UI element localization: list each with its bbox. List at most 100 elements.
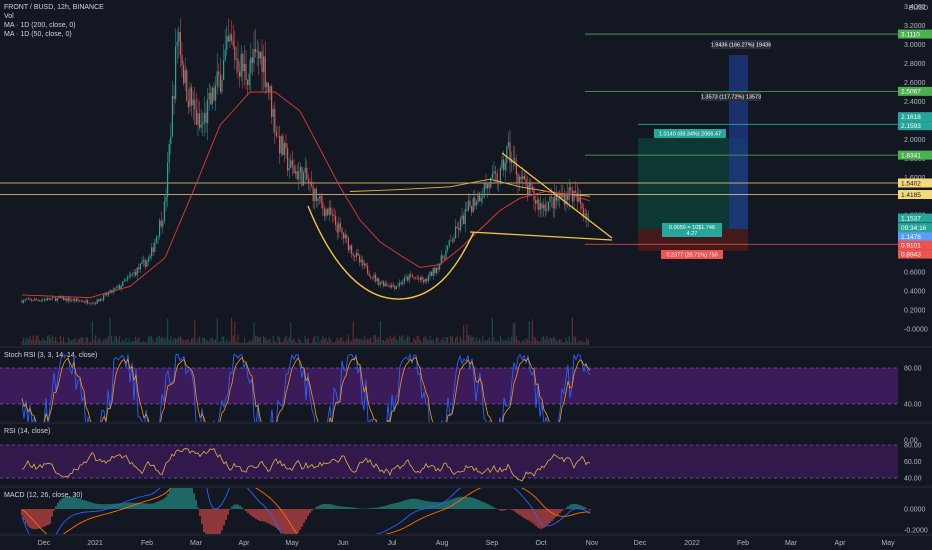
position-mid-label[interactable]: 0.0059 = 10$1.746 4.27 [662, 223, 722, 237]
candle-body [546, 209, 548, 211]
symbol-title[interactable]: FRONT / BUSD, 12h, BINANCE [4, 3, 104, 12]
candle-body [528, 183, 530, 195]
level-lines[interactable] [0, 33, 898, 245]
volume-bar [443, 340, 445, 345]
candle-body [357, 252, 359, 256]
candle-body [474, 198, 476, 206]
volume-bar [357, 338, 359, 345]
macd-hist-bar [521, 509, 523, 517]
candle-body [43, 299, 45, 301]
macd-hist-bar [413, 498, 415, 509]
price-candles[interactable] [21, 18, 589, 306]
macd-hist-bar [221, 509, 223, 531]
price-tag: 1.4185 [898, 190, 932, 200]
candle-body [475, 202, 477, 206]
target3-label[interactable]: 1.9436 (166.27%) 19436 [711, 40, 772, 49]
price-tick-label: 2.0000 [904, 137, 926, 144]
wedge-lower-line[interactable] [469, 231, 613, 241]
candle-body [335, 216, 337, 225]
macd-hist-bar [189, 488, 191, 509]
volume-bar [232, 335, 234, 345]
target-column[interactable] [729, 55, 748, 229]
candle-body [227, 36, 229, 42]
macd-hist-bar [291, 509, 293, 534]
candle-body [207, 99, 209, 124]
volume-bar [384, 341, 386, 345]
volume-bar [511, 336, 513, 345]
candle-body [379, 283, 381, 285]
macd-hist-bar [463, 496, 465, 509]
macd-hist-bar [167, 493, 169, 509]
volume-bar [237, 335, 239, 345]
volume-bar [432, 339, 434, 345]
rsi-legend[interactable]: RSI (14, close) [4, 427, 50, 436]
macd-hist-bar [29, 509, 31, 528]
volume-bar [42, 337, 44, 345]
macd-hist-bar [187, 488, 189, 509]
volume-bar [26, 337, 28, 345]
candle-body [503, 159, 505, 171]
macd-hist-bar [157, 501, 159, 509]
candle-body [453, 238, 455, 242]
macd-hist-bar [207, 509, 209, 534]
candle-body [51, 297, 53, 299]
volume-bar [168, 340, 170, 345]
position-loss-label[interactable]: 0.2377 (20.71%) 750 [661, 250, 723, 259]
volume-bar [379, 321, 381, 345]
candle-body [215, 85, 217, 101]
candle-body [472, 198, 474, 213]
candle-body [301, 167, 303, 186]
macd-hist-bar [527, 509, 529, 521]
time-tick-label: Sep [486, 540, 499, 547]
candle-body [535, 200, 537, 204]
position-profit-label[interactable]: 1.0140 (88.34%) 2066.47 [654, 129, 726, 138]
wedge-upper-line[interactable] [501, 152, 613, 239]
time-tick-label: Mar [190, 540, 203, 547]
candle-body [282, 135, 284, 156]
volume-bar [176, 338, 178, 345]
stoch-tick-label: 40.00 [904, 402, 922, 409]
oscillator-axis: 80.0040.000.0080.0060.0040.000.0000-0.20… [904, 366, 928, 535]
volume-bar [32, 335, 34, 345]
target2-label[interactable]: 1.3573 (117.72%) 13573 [701, 92, 761, 101]
candle-body [235, 58, 237, 60]
candle-body [144, 259, 146, 267]
candle-body [96, 299, 98, 304]
macd-hist-bar [299, 509, 301, 531]
legend-ma200[interactable]: MA · 1D (200, close, 0) [4, 21, 104, 30]
macd-legend[interactable]: MACD (12, 26, close, 30) [4, 491, 83, 500]
volume-bar [27, 338, 29, 345]
legend-ma50[interactable]: MA · 1D (50, close, 0) [4, 30, 104, 39]
legend-volume[interactable]: Vol [4, 12, 104, 21]
time-axis[interactable]: Dec 2021 Feb Mar Apr May Jun Jul Aug Sep Oct Nov Dec… [38, 540, 895, 547]
candle-body [581, 203, 583, 209]
macd-hist-bar [33, 509, 35, 530]
volume-bar [554, 336, 556, 345]
macd-hist-bar [85, 500, 87, 509]
volume-bar [298, 337, 300, 345]
volume-bar [50, 338, 52, 345]
candle-body [58, 297, 60, 299]
candle-body [343, 233, 345, 239]
volume-bar [88, 342, 90, 345]
volume-bar [347, 335, 349, 345]
volume-bar [386, 337, 388, 345]
volume-bar [453, 341, 455, 345]
candle-body [178, 32, 180, 42]
macd-hist-bar [215, 509, 217, 534]
volume-bar [120, 342, 122, 345]
volume-bar [301, 342, 303, 345]
macd-hist-bar [195, 499, 197, 509]
volume-bar [240, 342, 242, 345]
macd-line[interactable] [21, 418, 591, 550]
candle-body [375, 274, 377, 282]
stoch-rsi-legend[interactable]: Stoch RSI (3, 3, 14, 14, close) [4, 351, 97, 360]
trading-chart[interactable]: 1.9436 (166.27%) 19436 1.3573 (117.72%) … [0, 0, 932, 550]
candle-body [544, 204, 546, 211]
macd-hist-bar [91, 502, 93, 509]
macd-hist-bar [203, 509, 205, 533]
price-axis[interactable]: 3.40003.20003.00002.80002.60002.40002.20… [904, 4, 928, 333]
macd-hist-bar [345, 506, 347, 509]
candle-body [117, 285, 119, 288]
candle-body [64, 298, 66, 301]
